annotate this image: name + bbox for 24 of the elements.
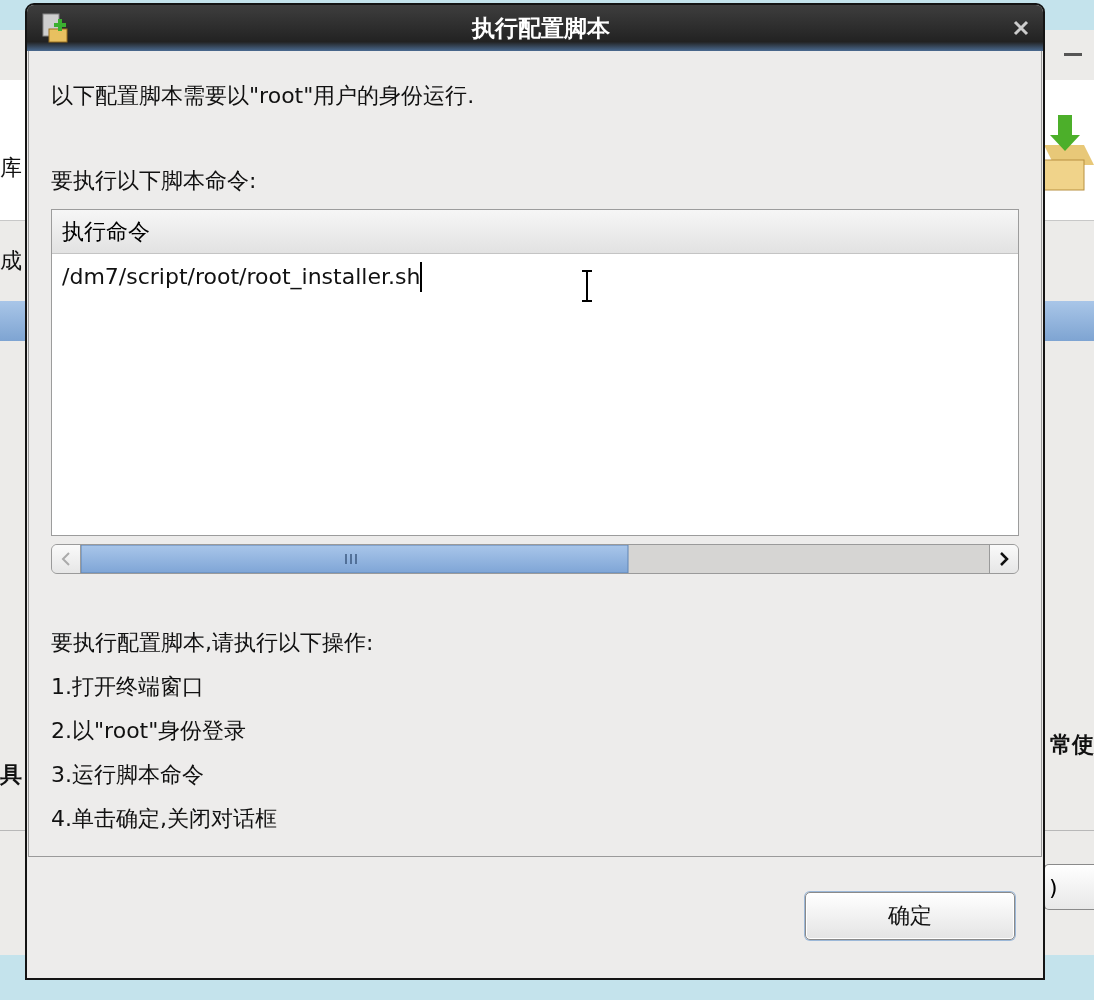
intro-text: 以下配置脚本需要以"root"用户的身份运行. (51, 82, 476, 110)
instruction-step: 1.打开终端窗口 (51, 673, 1019, 701)
horizontal-scrollbar[interactable] (51, 544, 1019, 574)
scroll-right-icon[interactable] (999, 552, 1009, 566)
scroll-thumb[interactable] (81, 545, 629, 573)
window-title: 执行配置脚本 (472, 13, 610, 43)
minimize-icon[interactable] (1064, 53, 1082, 57)
row-label: 成 (0, 247, 22, 275)
field-label: 具 (0, 761, 22, 789)
table-cell: /dm7/script/root/root_installer.sh (62, 264, 421, 289)
instruction-step: 4.单击确定,关闭对话框 (51, 805, 1019, 833)
text-cursor (420, 262, 423, 292)
close-icon[interactable] (1013, 20, 1029, 36)
instructions-title: 要执行配置脚本,请执行以下操作: (51, 629, 375, 657)
instruction-step: 3.运行脚本命令 (51, 761, 1019, 789)
app-icon (41, 13, 69, 43)
commands-label: 要执行以下脚本命令: (51, 167, 258, 195)
background-button[interactable]: ) (1044, 864, 1094, 910)
ok-button[interactable]: 确定 (805, 892, 1015, 940)
instruction-step: 2.以"root"身份登录 (51, 717, 1019, 745)
field-label: 常使 (1050, 731, 1094, 759)
column-header[interactable]: 执行命令 (52, 210, 1018, 254)
ibeam-cursor-icon (581, 270, 593, 302)
header-label: 库 (0, 154, 22, 182)
